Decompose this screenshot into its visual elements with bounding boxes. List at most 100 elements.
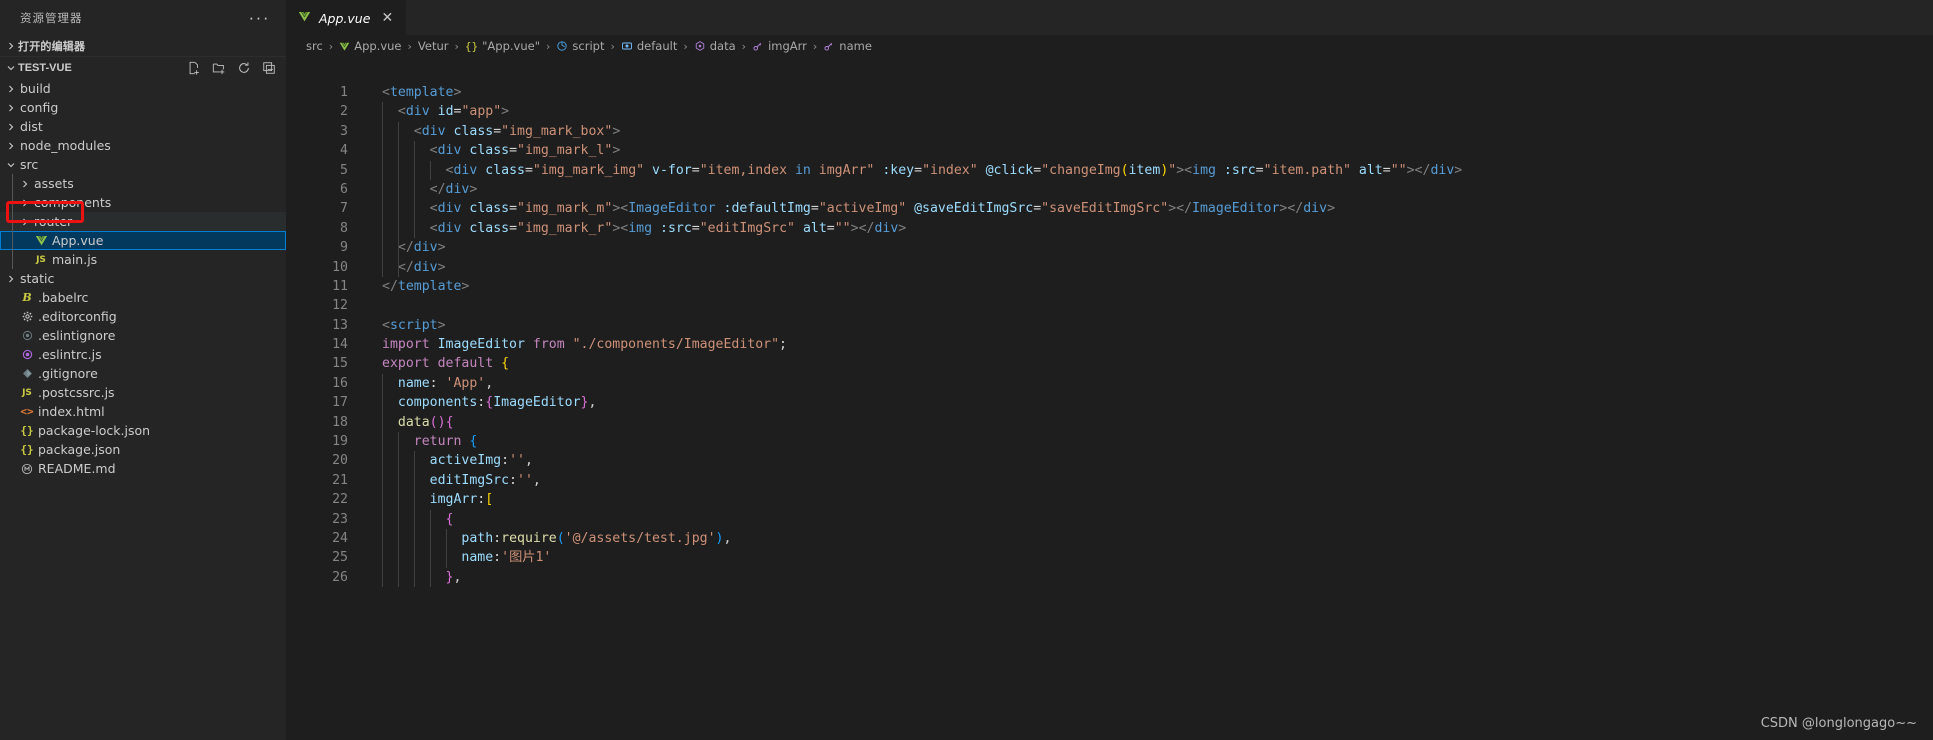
tree-item-label: package.json <box>38 442 121 457</box>
code-line: 18 data(){ <box>286 412 1933 433</box>
line-number: 11 <box>332 278 348 294</box>
code-text: import ImageEditor from "./components/Im… <box>382 337 787 353</box>
tree-file-package-json[interactable]: {} package.json <box>0 440 286 459</box>
tree-file-postcssrc-js[interactable]: JS .postcssrc.js <box>0 383 286 402</box>
code-text: <div class="img_mark_box"> <box>413 123 621 139</box>
editorconfig-icon <box>18 311 36 322</box>
code-text: <div class="img_mark_r"><img :src="editI… <box>429 220 907 236</box>
code-line: 3 <div class="img_mark_box"> <box>286 121 1933 142</box>
indent-guide <box>397 141 399 161</box>
indent-guide <box>382 509 383 529</box>
tree-item-label: App.vue <box>52 233 104 248</box>
tree-folder-node-modules[interactable]: node_modules <box>0 136 286 155</box>
tree-file-babelrc[interactable]: B .babelrc <box>0 288 286 307</box>
code-text: editImgSrc:'', <box>429 472 541 488</box>
code-editor[interactable]: 1 <template> 2 <div id="app"> 3 <div class=… <box>286 57 1933 740</box>
new-folder-icon[interactable] <box>212 61 226 75</box>
indent-guide <box>12 212 13 231</box>
breadcrumb-separator: › <box>683 39 688 53</box>
indent-guide <box>445 548 447 568</box>
more-actions-icon[interactable]: ··· <box>243 9 276 26</box>
tree-folder-static[interactable]: static <box>0 269 286 288</box>
code-line: 21 editImgSrc:'', <box>286 470 1933 491</box>
code-line: 16 name: 'App', <box>286 373 1933 394</box>
tree-item-label: node_modules <box>20 138 111 153</box>
indent-guide <box>397 548 399 568</box>
code-line: 7 <div class="img_mark_m"><ImageEditor :… <box>286 199 1933 219</box>
tree-folder-router[interactable]: router <box>0 212 286 231</box>
js-icon: JS <box>22 387 32 398</box>
open-editors-section[interactable]: 打开的编辑器 <box>0 35 286 57</box>
indent-guide <box>445 528 447 549</box>
breadcrumb-label: src <box>306 39 323 53</box>
project-root-row[interactable]: TEST-VUE <box>0 57 286 79</box>
code-text: <div class="img_mark_img" v-for="item,in… <box>445 162 1463 178</box>
new-file-icon[interactable] <box>187 61 201 75</box>
tree-folder-build[interactable]: build <box>0 79 286 98</box>
tree-file-gitignore[interactable]: .gitignore <box>0 364 286 383</box>
tree-item-label: .eslintrc.js <box>38 347 102 362</box>
editor-tab-bar: App.vue ✕ <box>286 0 1933 35</box>
tree-folder-config[interactable]: config <box>0 98 286 117</box>
code-text: <template> <box>382 85 462 100</box>
breadcrumb-item-imgarr[interactable]: imgArr <box>752 39 807 53</box>
breadcrumb-item-default[interactable]: default <box>621 39 677 53</box>
code-text: <div class="img_mark_l"> <box>429 143 621 159</box>
tree-file-app-vue[interactable]: App.vue <box>0 231 286 250</box>
breadcrumb-item-vetur[interactable]: Vetur <box>418 39 449 53</box>
tree-item-label: .gitignore <box>38 366 98 381</box>
tree-file-readme-md[interactable]: README.md <box>0 459 286 478</box>
breadcrumb-item-appvue[interactable]: {} "App.vue" <box>465 39 540 53</box>
indent-guide <box>413 160 415 180</box>
breadcrumb-item-appvue[interactable]: App.vue <box>339 39 402 53</box>
explorer-actions <box>187 61 276 75</box>
tree-file-package-lock-json[interactable]: {} package-lock.json <box>0 421 286 440</box>
indent-guide <box>382 102 383 122</box>
tab-app-vue[interactable]: App.vue ✕ <box>286 0 408 35</box>
tree-folder-components[interactable]: components <box>0 193 286 212</box>
code-text: <script> <box>382 317 446 333</box>
breadcrumb-separator: › <box>407 39 412 53</box>
chevron-right-icon <box>18 179 32 189</box>
breadcrumb-separator: › <box>328 39 334 53</box>
breadcrumb-item-script[interactable]: script <box>556 39 604 53</box>
breadcrumb-separator: › <box>812 39 818 53</box>
tree-folder-src[interactable]: src <box>0 155 286 174</box>
indent-guide <box>397 528 399 549</box>
indent-guide <box>429 160 431 180</box>
code-line: 8 <div class="img_mark_r"><img :src="edi… <box>286 218 1933 239</box>
line-number: 3 <box>340 123 348 139</box>
line-number: 16 <box>332 375 348 391</box>
code-text: imgArr:[ <box>429 492 494 508</box>
line-number: 22 <box>332 492 348 508</box>
tree-folder-dist[interactable]: dist <box>0 117 286 136</box>
indent-guide <box>397 218 399 239</box>
tree-item-label: build <box>20 81 51 96</box>
line-number: 1 <box>340 85 348 100</box>
tree-folder-assets[interactable]: assets <box>0 174 286 193</box>
line-number: 24 <box>332 530 348 546</box>
close-icon[interactable]: ✕ <box>378 11 396 25</box>
vue-icon <box>339 41 350 52</box>
indent-guide <box>12 174 13 193</box>
tree-file-index-html[interactable]: <> index.html <box>0 402 286 421</box>
breadcrumb-item-data[interactable]: data <box>694 39 736 53</box>
indent-guide <box>382 451 383 471</box>
tree-file-eslintignore[interactable]: .eslintignore <box>0 326 286 345</box>
tree-file-main-js[interactable]: JS main.js <box>0 250 286 269</box>
tree-item-label: package-lock.json <box>38 423 151 438</box>
tree-file-editorconfig[interactable]: .editorconfig <box>0 307 286 326</box>
code-line: 14 import ImageEditor from "./components/… <box>286 335 1933 354</box>
collapse-all-icon[interactable] <box>262 61 276 75</box>
breadcrumb-item-name[interactable]: name <box>823 39 872 53</box>
explorer-title-row: 资源管理器 ··· <box>0 0 286 35</box>
line-number: 5 <box>340 162 348 178</box>
refresh-icon[interactable] <box>237 61 251 75</box>
indent-guide <box>413 509 415 529</box>
code-line: 6 </div> <box>286 179 1933 200</box>
code-line: 25 name:'图片1' <box>286 548 1933 568</box>
json-icon: {} <box>20 443 34 456</box>
tree-file-eslintrc-js[interactable]: .eslintrc.js <box>0 345 286 364</box>
babel-icon: B <box>22 291 32 304</box>
breadcrumb-item-src[interactable]: src <box>306 39 323 53</box>
